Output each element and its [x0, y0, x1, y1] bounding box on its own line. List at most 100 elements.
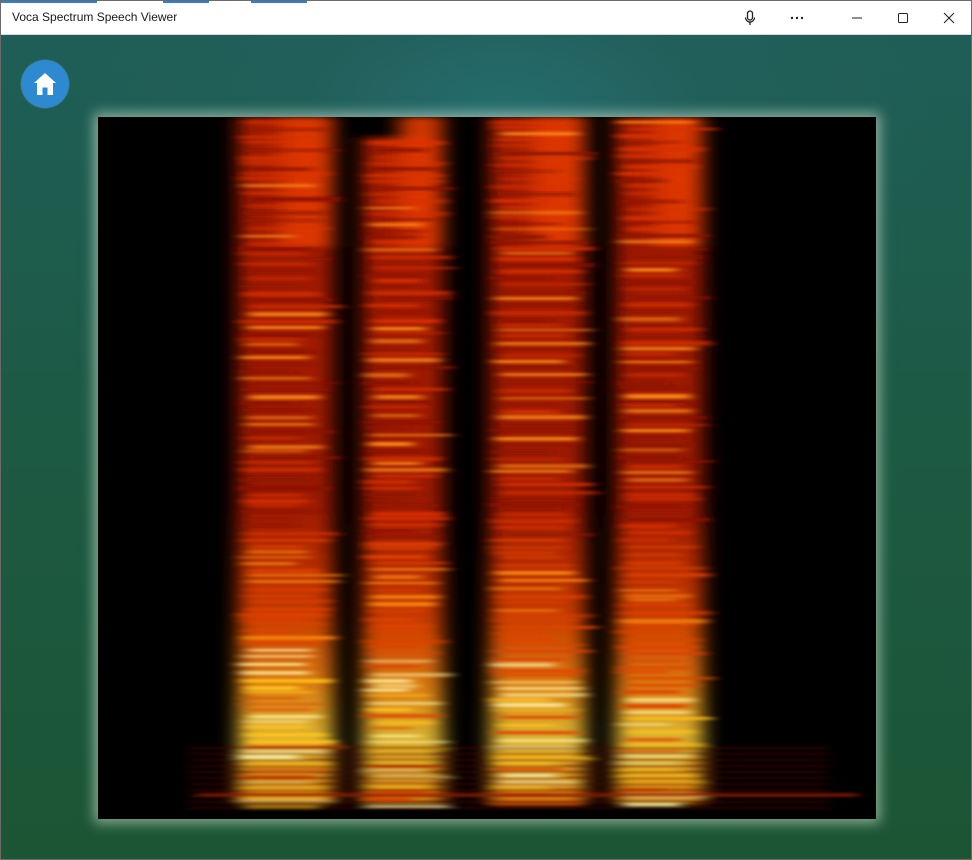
- harmonic-streak: [491, 216, 575, 219]
- noise-floor: [188, 759, 828, 761]
- formant-cluster: [532, 117, 585, 247]
- harmonic-streak: [623, 216, 677, 221]
- harmonic-streak: [490, 669, 585, 673]
- harmonic-streak: [239, 697, 300, 700]
- harmonic-streak: [244, 623, 327, 626]
- harmonic-streak: [242, 450, 307, 453]
- harmonic-streak: [501, 556, 562, 559]
- harmonic-streak: [497, 319, 552, 323]
- harmonic-streak: [490, 587, 562, 591]
- harmonic-streak: [374, 332, 445, 335]
- harmonic-streak: [370, 610, 426, 613]
- harmonic-streak: [627, 328, 702, 332]
- harmonic-streak: [494, 571, 575, 575]
- harmonic-streak: [241, 510, 317, 514]
- harmonic-streak: [364, 798, 414, 802]
- harmonic-streak: [621, 524, 673, 529]
- harmonic-streak: [622, 704, 687, 709]
- harmonic-streak: [368, 291, 452, 296]
- harmonic-streak: [243, 149, 341, 152]
- harmonic-streak: [493, 703, 566, 708]
- harmonic-streak: [490, 241, 589, 245]
- harmonic-streak: [625, 141, 682, 144]
- harmonic-streak: [493, 731, 580, 735]
- harmonic-streak: [616, 172, 675, 176]
- harmonic-streak: [617, 762, 679, 765]
- harmonic-streak: [241, 478, 315, 482]
- harmonic-streak: [494, 297, 577, 300]
- harmonic-streak: [242, 430, 335, 434]
- harmonic-streak: [365, 426, 410, 430]
- harmonic-streak: [240, 671, 310, 675]
- harmonic-streak: [490, 470, 573, 473]
- harmonic-streak: [243, 595, 314, 598]
- harmonic-streak: [619, 311, 690, 314]
- harmonic-streak: [619, 589, 679, 592]
- harmonic-streak: [626, 599, 679, 602]
- harmonic-streak: [619, 416, 707, 420]
- harmonic-streak: [497, 329, 594, 332]
- harmonic-streak: [490, 503, 581, 507]
- harmonic-streak: [494, 768, 563, 771]
- harmonic-streak: [368, 645, 424, 649]
- noise-floor: [188, 765, 828, 767]
- harmonic-streak: [624, 803, 680, 807]
- title-bar[interactable]: Voca Spectrum Speech Viewer: [1, 1, 971, 35]
- harmonic-streak: [365, 180, 443, 183]
- harmonic-streak: [367, 547, 435, 550]
- harmonic-streak: [363, 480, 414, 485]
- harmonic-streak: [621, 159, 698, 164]
- harmonic-streak: [624, 399, 697, 404]
- harmonic-streak: [626, 512, 696, 515]
- harmonic-streak: [616, 567, 707, 570]
- harmonic-streak: [369, 568, 450, 571]
- harmonic-streak: [490, 546, 566, 550]
- harmonic-streak: [623, 594, 692, 599]
- harmonic-streak: [364, 694, 429, 697]
- harmonic-streak: [246, 580, 340, 584]
- harmonic-streak: [248, 312, 328, 317]
- harmonic-streak: [242, 333, 317, 338]
- harmonic-streak: [363, 421, 441, 424]
- spectrogram-view[interactable]: [98, 117, 876, 819]
- harmonic-streak: [367, 652, 440, 655]
- harmonic-streak: [242, 437, 299, 440]
- harmonic-streak: [372, 327, 426, 331]
- harmonic-streak: [616, 505, 687, 509]
- home-button[interactable]: [21, 60, 69, 108]
- harmonic-streak: [492, 658, 564, 662]
- microphone-button[interactable]: [727, 1, 773, 34]
- harmonic-streak: [501, 178, 580, 181]
- harmonic-streak: [490, 277, 551, 280]
- harmonic-streak: [624, 493, 696, 498]
- harmonic-streak: [371, 256, 453, 259]
- harmonic-streak: [626, 698, 695, 703]
- harmonic-streak: [244, 763, 329, 766]
- harmonic-streak: [372, 512, 445, 517]
- microphone-icon: [744, 9, 756, 25]
- harmonic-streak: [622, 518, 710, 522]
- harmonic-streak: [494, 228, 591, 231]
- harmonic-streak: [499, 157, 593, 160]
- harmonic-streak: [373, 388, 448, 391]
- app-window: Voca Spectrum Speech Viewer: [0, 0, 972, 860]
- harmonic-streak: [239, 377, 311, 380]
- minimize-button[interactable]: [834, 1, 880, 34]
- close-button[interactable]: [926, 1, 972, 34]
- harmonic-streak: [248, 545, 306, 549]
- harmonic-streak: [491, 458, 566, 461]
- maximize-button[interactable]: [880, 1, 926, 34]
- harmonic-streak: [620, 611, 712, 615]
- harmonic-streak: [623, 303, 692, 307]
- harmonic-streak: [492, 497, 585, 500]
- harmonic-streak: [626, 553, 681, 557]
- harmonic-streak: [495, 138, 554, 142]
- harmonic-streak: [495, 595, 587, 599]
- harmonic-streak: [618, 317, 681, 322]
- harmonic-streak: [243, 691, 314, 694]
- more-options-button[interactable]: [774, 1, 820, 34]
- harmonic-streak: [239, 177, 294, 181]
- harmonic-streak: [490, 311, 587, 316]
- harmonic-streak: [244, 121, 303, 124]
- harmonic-streak: [238, 285, 300, 288]
